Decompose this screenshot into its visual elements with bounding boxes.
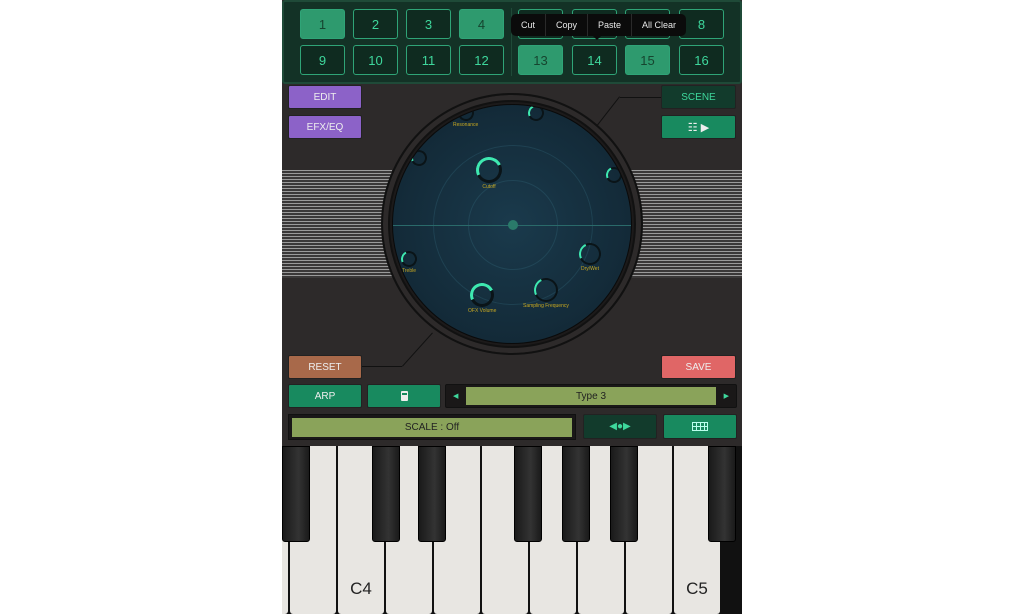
pad-13[interactable]: 13 bbox=[518, 45, 563, 75]
pad-2[interactable]: 2 bbox=[353, 9, 398, 39]
pad-12[interactable]: 12 bbox=[459, 45, 504, 75]
black-key[interactable] bbox=[418, 446, 446, 542]
knob-disc[interactable]: Cutoff Resonance Treble Dry/Wet OFX Volu… bbox=[392, 104, 632, 344]
pad-bank: 12345678910111213141516 bbox=[282, 0, 742, 84]
knob-icon[interactable] bbox=[455, 105, 476, 124]
context-menu-item[interactable]: Copy bbox=[546, 14, 589, 36]
knob-sampling-frequency[interactable]: Sampling Frequency bbox=[523, 274, 569, 309]
left-stripe-panel bbox=[282, 170, 392, 278]
connector-line bbox=[594, 96, 620, 129]
right-stripe-panel bbox=[630, 170, 742, 278]
pad-1[interactable]: 1 bbox=[300, 9, 345, 39]
knob-label: Dry/Wet bbox=[581, 266, 599, 272]
knob-top-right[interactable] bbox=[525, 105, 547, 124]
arrow-right-icon[interactable]: ▶ bbox=[724, 392, 729, 400]
lock-icon bbox=[400, 395, 408, 401]
pad-16[interactable]: 16 bbox=[679, 45, 724, 75]
scene-button[interactable]: SCENE bbox=[661, 85, 736, 109]
arp-button[interactable]: ARP bbox=[288, 384, 362, 408]
arrows-horizontal-icon: ◀●▶ bbox=[609, 421, 631, 432]
knob-dry-wet[interactable]: Dry/Wet bbox=[575, 239, 605, 272]
range-button[interactable]: ◀●▶ bbox=[583, 414, 657, 439]
knob-label: Sampling Frequency bbox=[523, 303, 569, 309]
type-selector[interactable]: ◀ Type 3 ▶ bbox=[445, 384, 737, 408]
pad-15[interactable]: 15 bbox=[625, 45, 670, 75]
context-menu-pointer bbox=[592, 35, 602, 40]
knob-icon[interactable] bbox=[472, 153, 506, 187]
knob-icon[interactable] bbox=[525, 105, 547, 124]
knob-label: Treble bbox=[402, 268, 416, 274]
knob-icon[interactable] bbox=[408, 147, 430, 169]
knob-left[interactable] bbox=[408, 147, 430, 169]
scale-value: SCALE : Off bbox=[292, 418, 572, 437]
keyboard-play-button[interactable]: ☷ ▶ bbox=[661, 115, 736, 139]
grid-icon bbox=[692, 422, 708, 431]
context-menu-item[interactable]: Cut bbox=[511, 14, 547, 36]
scale-display[interactable]: SCALE : Off bbox=[288, 414, 576, 440]
black-key[interactable] bbox=[562, 446, 590, 542]
knob-right[interactable] bbox=[603, 164, 625, 186]
black-key[interactable] bbox=[708, 446, 736, 542]
pad-14[interactable]: 14 bbox=[572, 45, 617, 75]
knob-cutoff[interactable]: Cutoff bbox=[472, 153, 506, 190]
pad-9[interactable]: 9 bbox=[300, 45, 345, 75]
piano-play-icon: ☷ ▶ bbox=[687, 121, 710, 134]
center-dot[interactable] bbox=[508, 220, 518, 230]
knob-icon[interactable] bbox=[575, 239, 605, 269]
context-menu-item[interactable]: Paste bbox=[588, 14, 633, 36]
arrow-left-icon[interactable]: ◀ bbox=[453, 392, 458, 400]
efx-eq-button[interactable]: EFX/EQ bbox=[288, 115, 362, 139]
black-key[interactable] bbox=[372, 446, 400, 542]
knob-label: Resonance bbox=[453, 122, 479, 128]
synth-app: 12345678910111213141516 EDIT EFX/EQ SCEN… bbox=[282, 0, 742, 614]
knob-treble[interactable]: Treble bbox=[398, 248, 420, 274]
lock-button[interactable] bbox=[367, 384, 441, 408]
black-key[interactable] bbox=[514, 446, 542, 542]
key-label: C5 bbox=[686, 579, 708, 598]
pad-11[interactable]: 11 bbox=[406, 45, 451, 75]
connector-line bbox=[362, 366, 402, 367]
knob-ofx-volume[interactable]: OFX Volume bbox=[466, 279, 498, 314]
reset-button[interactable]: RESET bbox=[288, 355, 362, 379]
edit-button[interactable]: EDIT bbox=[288, 85, 362, 109]
context-menu-item[interactable]: All Clear bbox=[632, 14, 686, 36]
knob-icon[interactable] bbox=[466, 279, 498, 311]
connector-line bbox=[620, 97, 661, 98]
pad-10[interactable]: 10 bbox=[353, 45, 398, 75]
black-key[interactable] bbox=[282, 446, 310, 542]
type-value: Type 3 bbox=[466, 387, 716, 405]
knob-label: Cutoff bbox=[482, 184, 496, 190]
pad-3[interactable]: 3 bbox=[406, 9, 451, 39]
knob-icon[interactable] bbox=[603, 164, 625, 186]
context-menu: Cut Copy Paste All Clear bbox=[511, 14, 687, 36]
grid-button[interactable] bbox=[663, 414, 737, 439]
knob-resonance[interactable]: Resonance bbox=[453, 105, 478, 128]
pad-4[interactable]: 4 bbox=[459, 9, 504, 39]
black-key[interactable] bbox=[610, 446, 638, 542]
knob-icon[interactable] bbox=[398, 248, 420, 270]
save-button[interactable]: SAVE bbox=[661, 355, 736, 379]
knob-label: OFX Volume bbox=[468, 308, 497, 314]
key-label: C4 bbox=[350, 579, 372, 598]
knob-icon[interactable] bbox=[530, 274, 562, 306]
piano-keyboard: C4 C5 bbox=[282, 446, 742, 614]
connector-line bbox=[402, 332, 433, 367]
